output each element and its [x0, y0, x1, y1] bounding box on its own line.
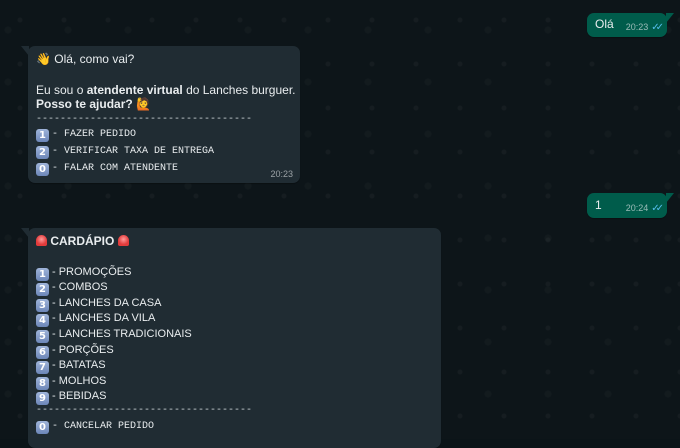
menu-item-combos: 2- COMBOS [36, 279, 108, 296]
read-ticks-icon: ✓✓ [651, 203, 664, 214]
siren-icon [117, 235, 129, 246]
message-timestamp: 20:23 ✓✓ [625, 22, 664, 33]
keycap-1-icon: 1 [36, 129, 49, 142]
option-verificar-taxa: 2- VERIFICAR TAXA DE ENTREGA [36, 145, 214, 159]
waving-hand-icon: 👋 [36, 52, 51, 66]
menu-item-lanches-tradicionais: 5- LANCHES TRADICIONAIS [36, 326, 192, 343]
greeting-text: Olá, como vai? [54, 52, 135, 66]
menu-item-bebidas: 9- BEBIDAS [36, 388, 106, 405]
message-timestamp: 20:24 ✓✓ [625, 203, 664, 214]
cardapio-title: CARDÁPIO [36, 234, 129, 248]
question-text: Posso te ajudar? [36, 97, 133, 111]
siren-icon [36, 235, 47, 246]
outgoing-message-1[interactable]: 1 20:24 ✓✓ [587, 193, 674, 218]
message-text: 1 [595, 198, 602, 212]
option-falar-atendente: 0- FALAR COM ATENDENTE [36, 162, 178, 176]
outgoing-message-ola[interactable]: Olá 20:23 ✓✓ [587, 13, 674, 37]
intro-text: Eu sou o atendente virtual do Lanches bu… [36, 83, 296, 97]
option-fazer-pedido: 1- FAZER PEDIDO [36, 128, 136, 142]
message-text: Olá [595, 17, 614, 31]
incoming-message-cardapio[interactable]: CARDÁPIO 1- PROMOÇÕES 2- COMBOS 3- LANCH… [21, 228, 441, 448]
menu-item-lanches-da-vila: 4- LANCHES DA VILA [36, 310, 155, 327]
person-raising-hand-icon: 🙋 [136, 97, 151, 111]
divider-line: ------------------------------------ [36, 114, 253, 125]
message-timestamp: 20:23 [270, 169, 293, 179]
divider-line: ------------------------------------ [36, 405, 253, 416]
read-ticks-icon: ✓✓ [651, 22, 664, 33]
keycap-2-icon: 2 [36, 146, 49, 159]
option-cancelar-pedido: 0- CANCELAR PEDIDO [36, 420, 154, 434]
menu-item-batatas: 7- BATATAS [36, 357, 106, 374]
keycap-0-icon: 0 [36, 163, 49, 176]
keycap-0-icon: 0 [36, 421, 49, 434]
incoming-message-greeting[interactable]: 👋 Olá, como vai? Eu sou o atendente virt… [21, 46, 300, 183]
